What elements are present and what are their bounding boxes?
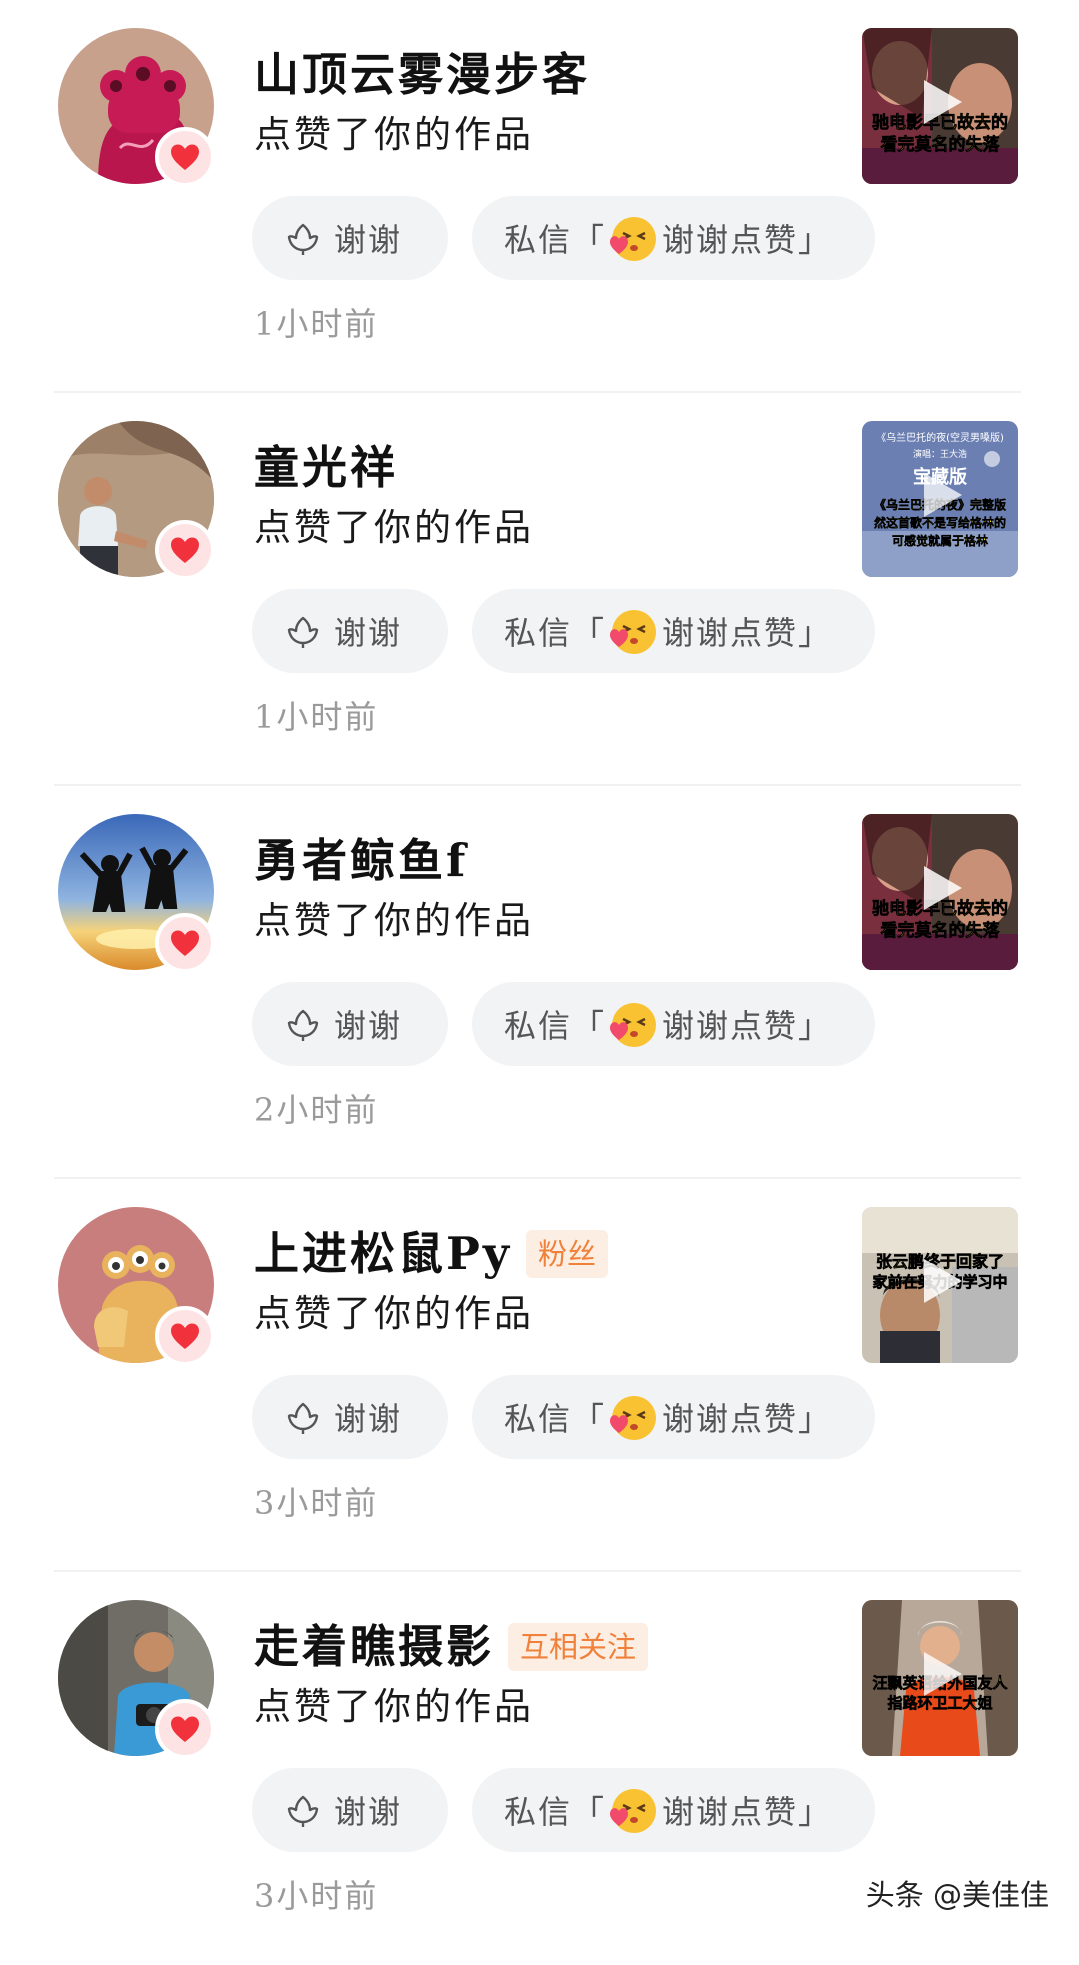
thumbnail-caption-line: 然这首歌不是写给格林的 xyxy=(874,515,1006,530)
thumbnail-image: 张云鹏终于回家了 家前在努力的学习中 xyxy=(862,1207,1018,1363)
like-badge xyxy=(155,913,215,973)
flower-icon xyxy=(286,1793,320,1827)
thumbnail-caption-line: 可感觉就属于格林 xyxy=(892,533,988,548)
private-message-button[interactable]: 私信「 谢谢点赞」 xyxy=(472,589,875,673)
action-text: 点赞了你的作品 xyxy=(254,506,534,549)
thumbnail-caption-line: 演唱：王大浩 xyxy=(913,448,967,460)
heart-icon xyxy=(171,1716,199,1742)
action-text: 点赞了你的作品 xyxy=(254,899,534,942)
thanks-label: 谢谢 xyxy=(334,1007,403,1045)
smile-kiss-emoji-icon xyxy=(610,610,657,654)
thumbnail-caption-line: 驰电影早已故去的 xyxy=(872,898,1008,919)
timestamp: 3小时前 xyxy=(254,1484,379,1522)
message-prefix: 私信「 xyxy=(504,221,607,259)
private-message-button[interactable]: 私信「 谢谢点赞」 xyxy=(472,196,875,280)
video-thumbnail[interactable]: 汪飘英语给外国友人 指路环卫工大姐 xyxy=(862,1600,1018,1756)
thumbnail-image: 驰电影早已故去的 看完莫名的失落 xyxy=(862,814,1018,970)
thumbnail-image: 《乌兰巴托的夜(空灵男嗓版) 演唱：王大浩 宝藏版 《乌兰巴托的夜》完整版 然这… xyxy=(862,421,1018,577)
fan-tag: 粉丝 xyxy=(526,1230,609,1278)
heart-icon xyxy=(171,1323,199,1349)
message-text: 谢谢点赞」 xyxy=(662,614,833,652)
thumbnail-image: 驰电影早已故去的 看完莫名的失落 xyxy=(862,28,1018,184)
heart-icon xyxy=(171,537,199,563)
smile-kiss-emoji-icon xyxy=(610,1396,657,1440)
thumbnail-caption-line: 张云鹏终于回家了 xyxy=(876,1252,1004,1271)
mutual-follow-tag: 互相关注 xyxy=(508,1623,649,1671)
smile-kiss-emoji-icon xyxy=(610,217,657,261)
message-text: 谢谢点赞」 xyxy=(662,1007,833,1045)
smile-kiss-emoji-icon xyxy=(610,1003,657,1047)
video-thumbnail[interactable]: 《乌兰巴托的夜(空灵男嗓版) 演唱：王大浩 宝藏版 《乌兰巴托的夜》完整版 然这… xyxy=(862,421,1018,577)
private-message-button[interactable]: 私信「 谢谢点赞」 xyxy=(472,1375,875,1459)
thumbnail-caption-line: 看完莫名的失落 xyxy=(880,920,1001,941)
thanks-button[interactable]: 谢谢 xyxy=(252,982,448,1066)
message-prefix: 私信「 xyxy=(504,1400,607,1438)
flower-icon xyxy=(286,614,320,648)
thanks-button[interactable]: 谢谢 xyxy=(252,196,448,280)
notification-item[interactable]: 勇者鲸鱼f 点赞了你的作品 驰电影早已故去的 看完莫名的失落 谢谢 私信「 谢谢… xyxy=(0,786,1079,1179)
thumbnail-image: 汪飘英语给外国友人 指路环卫工大姐 xyxy=(862,1600,1018,1756)
notification-item[interactable]: 上进松鼠Py 粉丝 点赞了你的作品 张云鹏终于回家了 家前在努力的学习中 谢谢 … xyxy=(0,1179,1079,1572)
message-prefix: 私信「 xyxy=(504,1007,607,1045)
thumbnail-caption-line: 指路环卫工大姐 xyxy=(887,1694,992,1712)
message-text: 谢谢点赞」 xyxy=(662,1400,833,1438)
watermark: 头条 @美佳佳 xyxy=(865,1878,1049,1912)
message-text: 谢谢点赞」 xyxy=(662,1793,833,1831)
user-name[interactable]: 山顶云雾漫步客 xyxy=(254,45,590,105)
thanks-label: 谢谢 xyxy=(334,221,403,259)
user-name[interactable]: 上进松鼠Py xyxy=(254,1224,512,1284)
user-name[interactable]: 走着瞧摄影 xyxy=(254,1617,494,1677)
flower-icon xyxy=(286,221,320,255)
user-name[interactable]: 勇者鲸鱼f xyxy=(254,831,468,891)
notification-item[interactable]: 童光祥 点赞了你的作品 《乌兰巴托的夜(空灵男嗓版) 演唱：王大浩 宝藏版 《乌… xyxy=(0,393,1079,786)
private-message-button[interactable]: 私信「 谢谢点赞」 xyxy=(472,1768,875,1852)
action-text: 点赞了你的作品 xyxy=(254,113,534,156)
thumbnail-caption-line: 《乌兰巴托的夜(空灵男嗓版) xyxy=(876,431,1004,444)
flower-icon xyxy=(286,1007,320,1041)
private-message-button[interactable]: 私信「 谢谢点赞」 xyxy=(472,982,875,1066)
heart-icon xyxy=(171,144,199,170)
thanks-button[interactable]: 谢谢 xyxy=(252,1375,448,1459)
message-prefix: 私信「 xyxy=(504,614,607,652)
message-prefix: 私信「 xyxy=(504,1793,607,1831)
flower-icon xyxy=(286,1400,320,1434)
thanks-button[interactable]: 谢谢 xyxy=(252,589,448,673)
thanks-label: 谢谢 xyxy=(334,1400,403,1438)
timestamp: 1小时前 xyxy=(254,305,379,343)
timestamp: 1小时前 xyxy=(254,698,379,736)
video-thumbnail[interactable]: 驰电影早已故去的 看完莫名的失落 xyxy=(862,814,1018,970)
thanks-button[interactable]: 谢谢 xyxy=(252,1768,448,1852)
thanks-label: 谢谢 xyxy=(334,614,403,652)
like-badge xyxy=(155,1699,215,1759)
timestamp: 3小时前 xyxy=(254,1877,379,1915)
thumbnail-caption-line: 驰电影早已故去的 xyxy=(872,112,1008,133)
like-badge xyxy=(155,127,215,187)
like-badge xyxy=(155,520,215,580)
action-text: 点赞了你的作品 xyxy=(254,1685,534,1728)
user-name[interactable]: 童光祥 xyxy=(254,438,398,498)
notification-item[interactable]: 山顶云雾漫步客 点赞了你的作品 驰电影早已故去的 看完莫名的失落 谢谢 私信「 xyxy=(0,0,1079,393)
action-text: 点赞了你的作品 xyxy=(254,1292,534,1335)
thanks-label: 谢谢 xyxy=(334,1793,403,1831)
smile-kiss-emoji-icon xyxy=(610,1789,657,1833)
message-text: 谢谢点赞」 xyxy=(662,221,833,259)
like-badge xyxy=(155,1306,215,1366)
video-thumbnail[interactable]: 张云鹏终于回家了 家前在努力的学习中 xyxy=(862,1207,1018,1363)
heart-icon xyxy=(171,930,199,956)
thumbnail-caption-line: 看完莫名的失落 xyxy=(880,134,1001,155)
video-thumbnail[interactable]: 驰电影早已故去的 看完莫名的失落 xyxy=(862,28,1018,184)
timestamp: 2小时前 xyxy=(254,1091,379,1129)
